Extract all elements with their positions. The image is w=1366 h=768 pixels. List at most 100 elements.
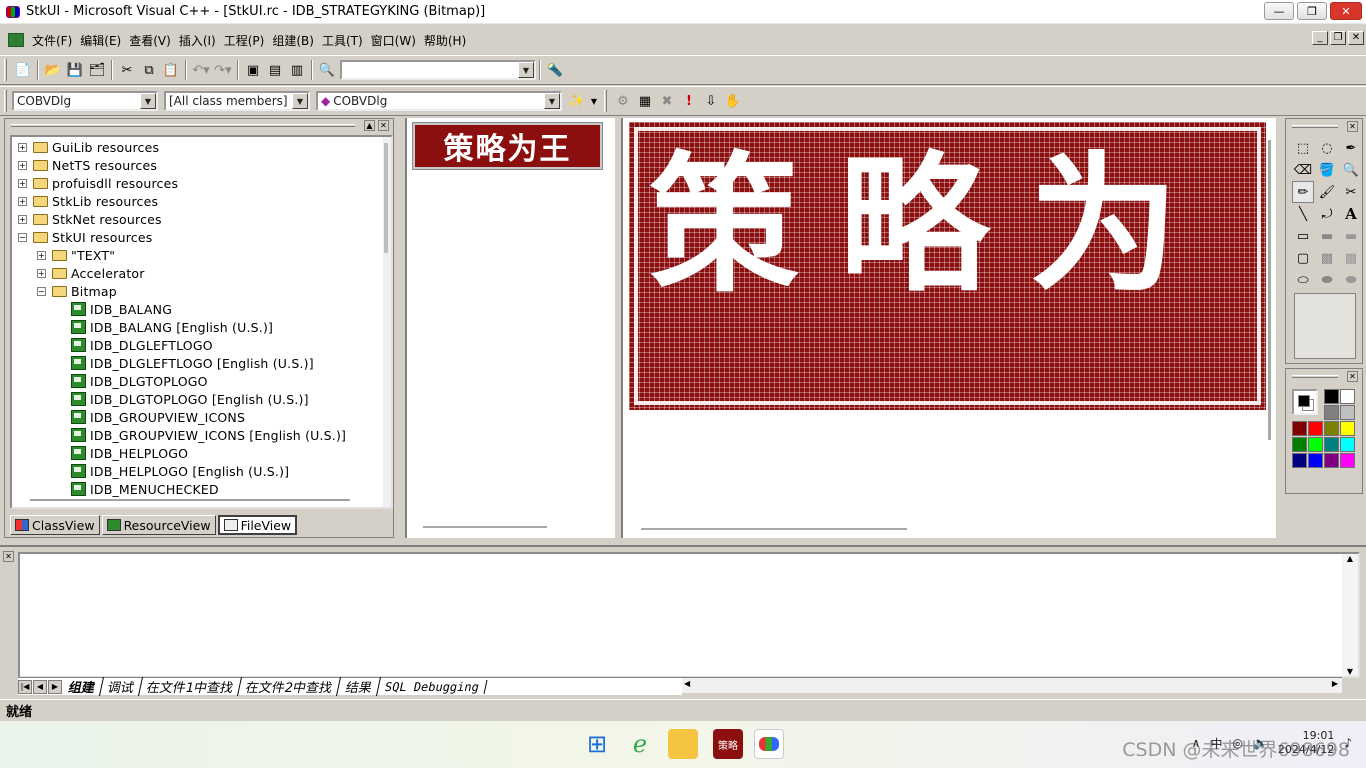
chevron-down-icon[interactable]: ▼ <box>140 93 156 109</box>
tab-scroll-left-icon[interactable]: ◀ <box>33 679 47 694</box>
wizard-dropdown-icon[interactable]: ▼ <box>588 90 600 112</box>
color-swatch[interactable] <box>1340 437 1355 452</box>
restore-button[interactable]: ❐ <box>1297 2 1327 20</box>
color-swatch[interactable] <box>1324 437 1339 452</box>
scroll-up-icon[interactable]: ▲ <box>1342 554 1358 563</box>
chevron-down-icon[interactable]: ▼ <box>544 93 560 109</box>
pencil-icon[interactable]: ✏ <box>1292 181 1314 203</box>
output-close-button[interactable]: ✕ <box>3 551 14 562</box>
menu-view[interactable]: 查看(V) <box>125 32 175 49</box>
pixel-canvas[interactable]: 策略为 <box>629 122 1266 410</box>
tree-item[interactable]: − StkUI resources <box>12 228 391 246</box>
round-rect-icon[interactable]: ▢ <box>1292 247 1314 269</box>
chevron-down-icon[interactable]: ▼ <box>292 93 308 109</box>
find-combo[interactable]: ▼ <box>340 60 536 80</box>
tree-item[interactable]: IDB_MENUCHECKED <box>12 480 391 498</box>
tree-item[interactable]: + profuisdll resources <box>12 174 391 192</box>
tools-close-button[interactable]: ✕ <box>1347 120 1358 132</box>
document-icon[interactable] <box>8 33 24 47</box>
filled-round-rect-icon[interactable]: ▩ <box>1340 247 1362 269</box>
go-icon[interactable]: ⇩ <box>700 90 722 112</box>
colors-close-button[interactable]: ✕ <box>1347 370 1358 382</box>
color-swatch[interactable] <box>1324 421 1339 436</box>
tree-item[interactable]: IDB_DLGLEFTLOGO <box>12 336 391 354</box>
color-swatch[interactable] <box>1340 421 1355 436</box>
editor-vertical-scrollbar[interactable] <box>1266 128 1274 528</box>
execute-icon[interactable]: ! <box>678 90 700 112</box>
tree-item[interactable]: IDB_DLGTOPLOGO [English (U.S.)] <box>12 390 391 408</box>
undo-icon[interactable]: ↶▾ <box>190 59 212 81</box>
close-button[interactable]: ✕ <box>1330 2 1362 20</box>
tree-item[interactable]: − Bitmap <box>12 282 391 300</box>
color-swatch[interactable] <box>1308 437 1323 452</box>
dock-gripper[interactable] <box>11 123 355 127</box>
lasso-select-icon[interactable]: ◌ <box>1316 137 1338 159</box>
tree-item[interactable]: IDB_GROUPVIEW_ICONS <box>12 408 391 426</box>
filled-round-rect-outline-icon[interactable]: ▩ <box>1316 247 1338 269</box>
color-swatch[interactable] <box>1340 453 1355 468</box>
class-combo[interactable]: COBVDlg ▼ <box>12 91 158 111</box>
chevron-down-icon[interactable]: ▼ <box>518 62 534 78</box>
filled-ellipse-outline-icon[interactable]: ⬬ <box>1316 269 1338 291</box>
scroll-thumb[interactable] <box>384 143 388 253</box>
menu-file[interactable]: 文件(F) <box>28 32 76 49</box>
tab-classview[interactable]: ClassView <box>10 515 100 535</box>
scroll-right-icon[interactable]: ▶ <box>1332 679 1338 688</box>
tree-item[interactable]: IDB_HELPLOGO [English (U.S.)] <box>12 462 391 480</box>
resource-tree[interactable]: + GuiLib resources + NetTS resources + profui… <box>10 135 393 509</box>
tree-item[interactable]: IDB_BALANG <box>12 300 391 318</box>
color-swatch[interactable] <box>1308 421 1323 436</box>
mdi-restore-button[interactable]: ❐ <box>1330 31 1346 45</box>
scroll-left-icon[interactable]: ◀ <box>684 679 690 688</box>
line-icon[interactable]: ╲ <box>1292 203 1314 225</box>
scroll-down-icon[interactable]: ▼ <box>1342 667 1358 676</box>
copy-icon[interactable]: ⧉ <box>138 59 160 81</box>
tree-item[interactable]: IDB_DLGLEFTLOGO [English (U.S.)] <box>12 354 391 372</box>
color-swatch[interactable] <box>1292 453 1307 468</box>
expand-icon[interactable]: + <box>18 196 27 206</box>
cut-icon[interactable]: ✂ <box>116 59 138 81</box>
color-swatch[interactable] <box>1324 389 1339 404</box>
strategy-app-icon[interactable]: 策略 <box>713 729 743 759</box>
tool-options-box[interactable] <box>1294 293 1356 359</box>
paste-icon[interactable]: 📋 <box>160 59 182 81</box>
preview-horizontal-scrollbar[interactable] <box>423 526 547 528</box>
menu-help[interactable]: 帮助(H) <box>420 32 470 49</box>
tab-find-in-files-1[interactable]: 在文件1中查找 <box>139 677 243 696</box>
magnify-icon[interactable]: 🔍 <box>1340 159 1362 181</box>
tab-debug[interactable]: 调试 <box>99 677 144 696</box>
editor-horizontal-scrollbar[interactable] <box>641 528 907 530</box>
toolbar-grip[interactable] <box>4 90 7 112</box>
menu-build[interactable]: 组建(B) <box>268 32 318 49</box>
dock-gripper[interactable] <box>1292 124 1338 128</box>
expand-icon[interactable]: + <box>18 142 27 152</box>
filled-rect-icon[interactable]: ▬ <box>1340 225 1362 247</box>
browser-icon[interactable]: ℯ <box>625 729 655 759</box>
airbrush-icon[interactable]: ✂ <box>1340 181 1362 203</box>
save-all-icon[interactable]: 🗂 <box>86 59 108 81</box>
find-in-files-icon[interactable]: 🔍 <box>316 59 338 81</box>
dock-gripper[interactable] <box>1292 374 1338 378</box>
bitmap-thumbnail[interactable]: 策略为王 <box>413 123 602 169</box>
breakpoint-hand-icon[interactable]: ✋ <box>722 90 744 112</box>
filled-ellipse-icon[interactable]: ⬬ <box>1340 269 1362 291</box>
pane-maximize-button[interactable]: ▲ <box>364 119 375 131</box>
output-text-area[interactable]: ▲ ▼ <box>18 552 1360 678</box>
member-combo[interactable]: ◆ COBVDlg ▼ <box>316 91 562 111</box>
search-icon[interactable]: 🔦 <box>544 59 566 81</box>
expand-icon[interactable]: + <box>37 268 46 278</box>
output-window-icon[interactable]: ▤ <box>264 59 286 81</box>
build-icon[interactable]: ▦ <box>634 90 656 112</box>
tree-item[interactable]: + NetTS resources <box>12 156 391 174</box>
tree-item[interactable]: + Accelerator <box>12 264 391 282</box>
tab-fileview[interactable]: FileView <box>217 515 298 535</box>
redo-icon[interactable]: ↷▾ <box>212 59 234 81</box>
expand-icon[interactable]: + <box>37 250 46 260</box>
output-vertical-scrollbar[interactable]: ▲ ▼ <box>1342 554 1358 676</box>
toolbar-grip[interactable] <box>4 59 7 81</box>
file-explorer-icon[interactable] <box>668 729 698 759</box>
stop-build-icon[interactable]: ✖ <box>656 90 678 112</box>
tree-item[interactable]: + "TEXT" <box>12 246 391 264</box>
tree-item[interactable]: IDB_DLGTOPLOGO <box>12 372 391 390</box>
color-swatch[interactable] <box>1324 453 1339 468</box>
